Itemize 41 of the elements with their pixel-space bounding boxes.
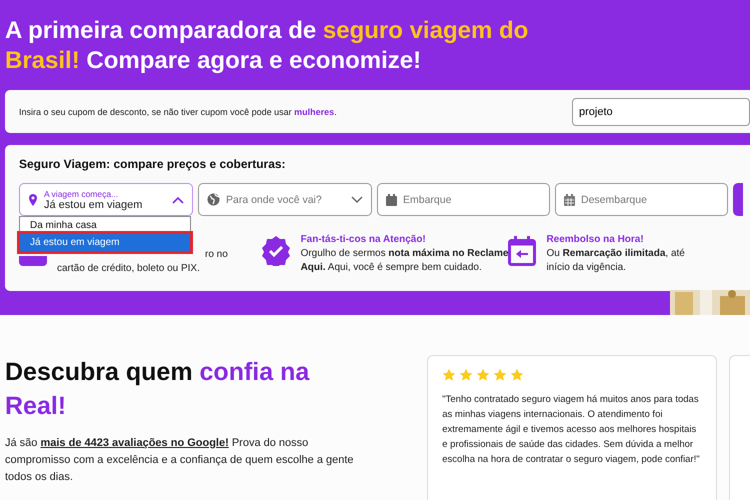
dropdown-option[interactable]: Já estou em viagem: [20, 234, 190, 251]
chevron-icon: [351, 196, 363, 204]
destination-placeholder: Para onde você vai?: [226, 194, 323, 206]
chevron-icon: [172, 196, 184, 204]
return-date-field[interactable]: Desembarque: [555, 183, 728, 216]
field-value: Já estou em viagem: [44, 198, 144, 210]
departure-placeholder: Embarque: [403, 194, 452, 206]
feature-text: Aqui. Aqui, você é sempre bem cuidado.: [300, 261, 482, 275]
star-icon: [442, 368, 456, 382]
star-icon: [476, 368, 490, 382]
dropdown-option[interactable]: Da minha casa: [20, 217, 190, 234]
feature-title: Fan-tás-ti-cos na Atenção!: [300, 234, 427, 245]
trip-start-select[interactable]: A viagem começa... Já estou em viagem: [19, 183, 193, 216]
calendar-icon: [386, 194, 397, 206]
coupon-field[interactable]: projeto: [572, 98, 750, 126]
review-text: "Tenho contratado seguro viagem há muitos anos para todas as minhas viagens internacionais. O atendimento foi extremamente ágil e tivemos acesso aos melhores hospitais e profissionais de saúde das cidades. Sem dúvida a melhor escolha na hora de contratar o seguro viagem, pode confiar!": [442, 393, 701, 467]
globe-icon: [207, 193, 220, 206]
return-placeholder: Desembarque: [581, 194, 648, 206]
feature-title: Reembolso na Hora!: [546, 234, 645, 245]
feature-text: início da vigência.: [546, 261, 626, 275]
paragraph: Já são mais de 4423 avaliações no Google! Prova do nosso compromisso com a excelência e a confiança de quem escolhe a gente todos os dias.: [5, 436, 355, 485]
location-pin-icon: [28, 194, 38, 206]
search-button[interactable]: [733, 183, 743, 216]
headline: A primeira comparadora de seguro viagem do Brasil! Compare agora e economize!: [5, 16, 530, 76]
star-icon: [510, 368, 524, 382]
calendar-icon: [564, 194, 575, 206]
coupon-text: Insira o seu cupom de desconto, se não tiver cupom você pode usar mulheres.: [19, 106, 337, 116]
section-heading: Descubra quem confia na Real!: [5, 357, 310, 422]
star-icon: [493, 368, 508, 382]
verified-badge-icon: [260, 236, 291, 266]
star-icon: [459, 368, 474, 382]
feature-text: Orgulho de sermos nota máxima no Reclame: [300, 247, 508, 261]
feature-text: cartão de crédito, boleto ou PIX.: [57, 262, 200, 276]
field-label: A viagem começa...: [44, 188, 120, 198]
feature-text: Ou Remarcação ilimitada, até: [546, 247, 685, 261]
departure-date-field[interactable]: Embarque: [377, 183, 550, 216]
card-icon: [19, 256, 47, 266]
calendar-return-icon: [508, 236, 536, 266]
feature-text: ro no: [205, 248, 228, 262]
search-title: Seguro Viagem: compare preços e coberturas:: [19, 157, 287, 171]
destination-select[interactable]: Para onde você vai?: [198, 183, 372, 216]
